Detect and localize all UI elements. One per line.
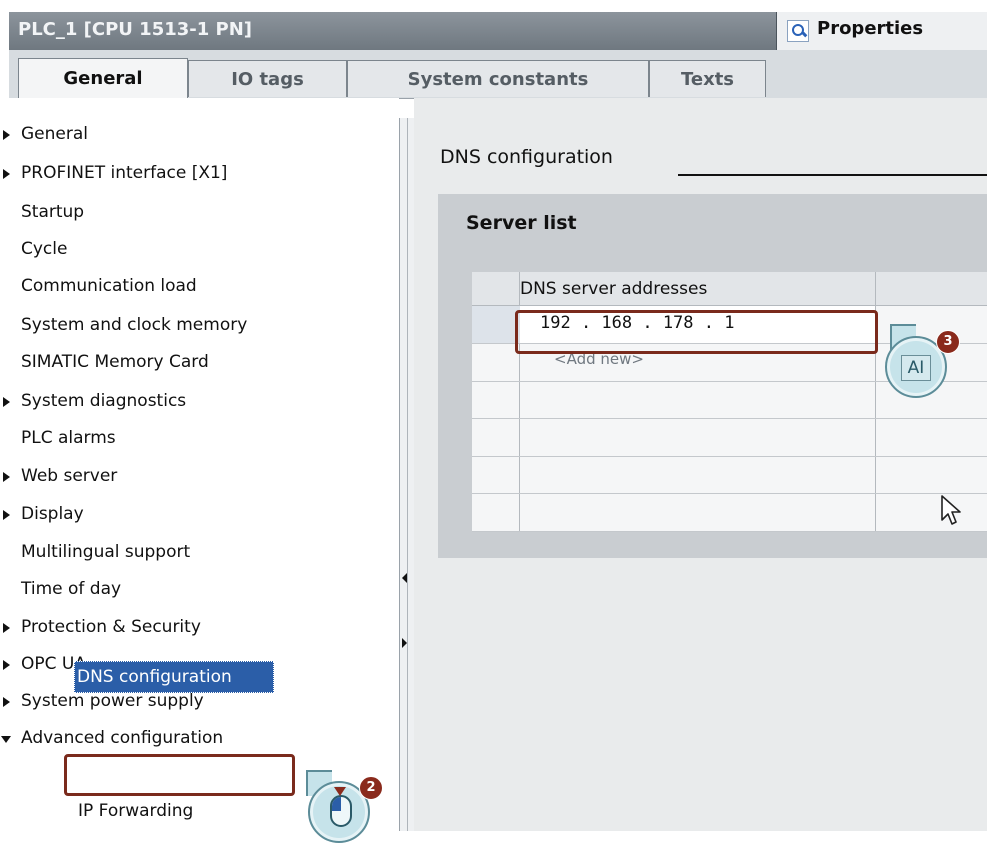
expand-arrow-icon[interactable] [3,472,10,482]
expand-arrow-icon[interactable] [3,397,10,407]
tab-system-constants[interactable]: System constants [347,60,649,97]
tab-io-tags[interactable]: IO tags [188,60,347,97]
step-highlight-dns-configuration [64,754,295,796]
collapse-arrow-icon[interactable] [1,736,11,743]
column-header-dns-server-addresses[interactable]: DNS server addresses [520,279,707,299]
device-title: PLC_1 [CPU 1513-1 PN] [18,19,253,40]
expand-right-icon[interactable] [402,638,407,648]
nav-item-plc-alarms[interactable]: PLC alarms [0,420,399,457]
properties-tab[interactable]: Properties [776,12,987,50]
nav-item-protection-security[interactable]: Protection & Security [0,609,399,646]
nav-item-web-server[interactable]: Web server [0,458,399,495]
step-badge-3: 3 [936,330,960,354]
row-divider [472,418,987,419]
nav-item-multilingual-support[interactable]: Multilingual support [0,534,399,571]
mouse-pointer-icon [941,495,961,525]
tab-texts[interactable]: Texts [649,60,766,97]
row-divider [472,531,987,532]
expand-arrow-icon[interactable] [3,697,10,707]
nav-item-profinet-interface[interactable]: PROFINET interface [X1] [0,155,399,192]
click-arrow-icon [334,787,346,796]
tab-general[interactable]: General [18,58,188,98]
mouse-icon [330,795,352,827]
expand-arrow-icon[interactable] [3,130,10,140]
nav-item-simatic-memory-card[interactable]: SIMATIC Memory Card [0,344,399,381]
expand-arrow-icon[interactable] [3,660,10,670]
nav-item-communication-load[interactable]: Communication load [0,268,399,305]
navigation-tree: General PROFINET interface [X1] Startup … [0,98,399,831]
magnifier-icon [787,20,809,42]
row-selector[interactable] [472,306,520,343]
nav-item-display[interactable]: Display [0,496,399,533]
row-divider [472,456,987,457]
properties-label: Properties [817,18,924,39]
tab-bar: General IO tags System constants Texts [9,50,987,99]
expand-arrow-icon[interactable] [3,169,10,179]
collapse-left-icon[interactable] [402,573,407,583]
nav-item-startup[interactable]: Startup [0,194,399,231]
left-mouse-button-icon [332,797,341,811]
panel-splitter[interactable] [399,118,415,831]
expand-arrow-icon[interactable] [3,510,10,520]
row-divider [472,493,987,494]
panel-title: Server list [466,212,577,234]
nav-item-time-of-day[interactable]: Time of day [0,571,399,608]
expand-arrow-icon[interactable] [3,623,10,633]
step-badge-2: 2 [359,776,383,800]
nav-item-advanced-configuration[interactable]: Advanced configuration [0,720,399,757]
nav-item-general[interactable]: General [0,116,399,153]
nav-item-cycle[interactable]: Cycle [0,231,399,268]
nav-item-dns-configuration[interactable]: DNS configuration [74,661,274,693]
nav-item-system-diagnostics[interactable]: System diagnostics [0,383,399,420]
table-header: DNS server addresses [472,272,987,306]
section-title: DNS configuration [440,146,613,168]
step-highlight-ip-address [515,310,878,354]
section-divider [678,174,987,176]
nav-item-system-clock-memory[interactable]: System and clock memory [0,307,399,344]
keyboard-key-icon: AI [901,355,931,381]
properties-content: DNS configuration Server list DNS server… [414,98,987,831]
splitter-line [407,118,408,831]
properties-title-bar: PLC_1 [CPU 1513-1 PN] Properties [9,12,987,50]
